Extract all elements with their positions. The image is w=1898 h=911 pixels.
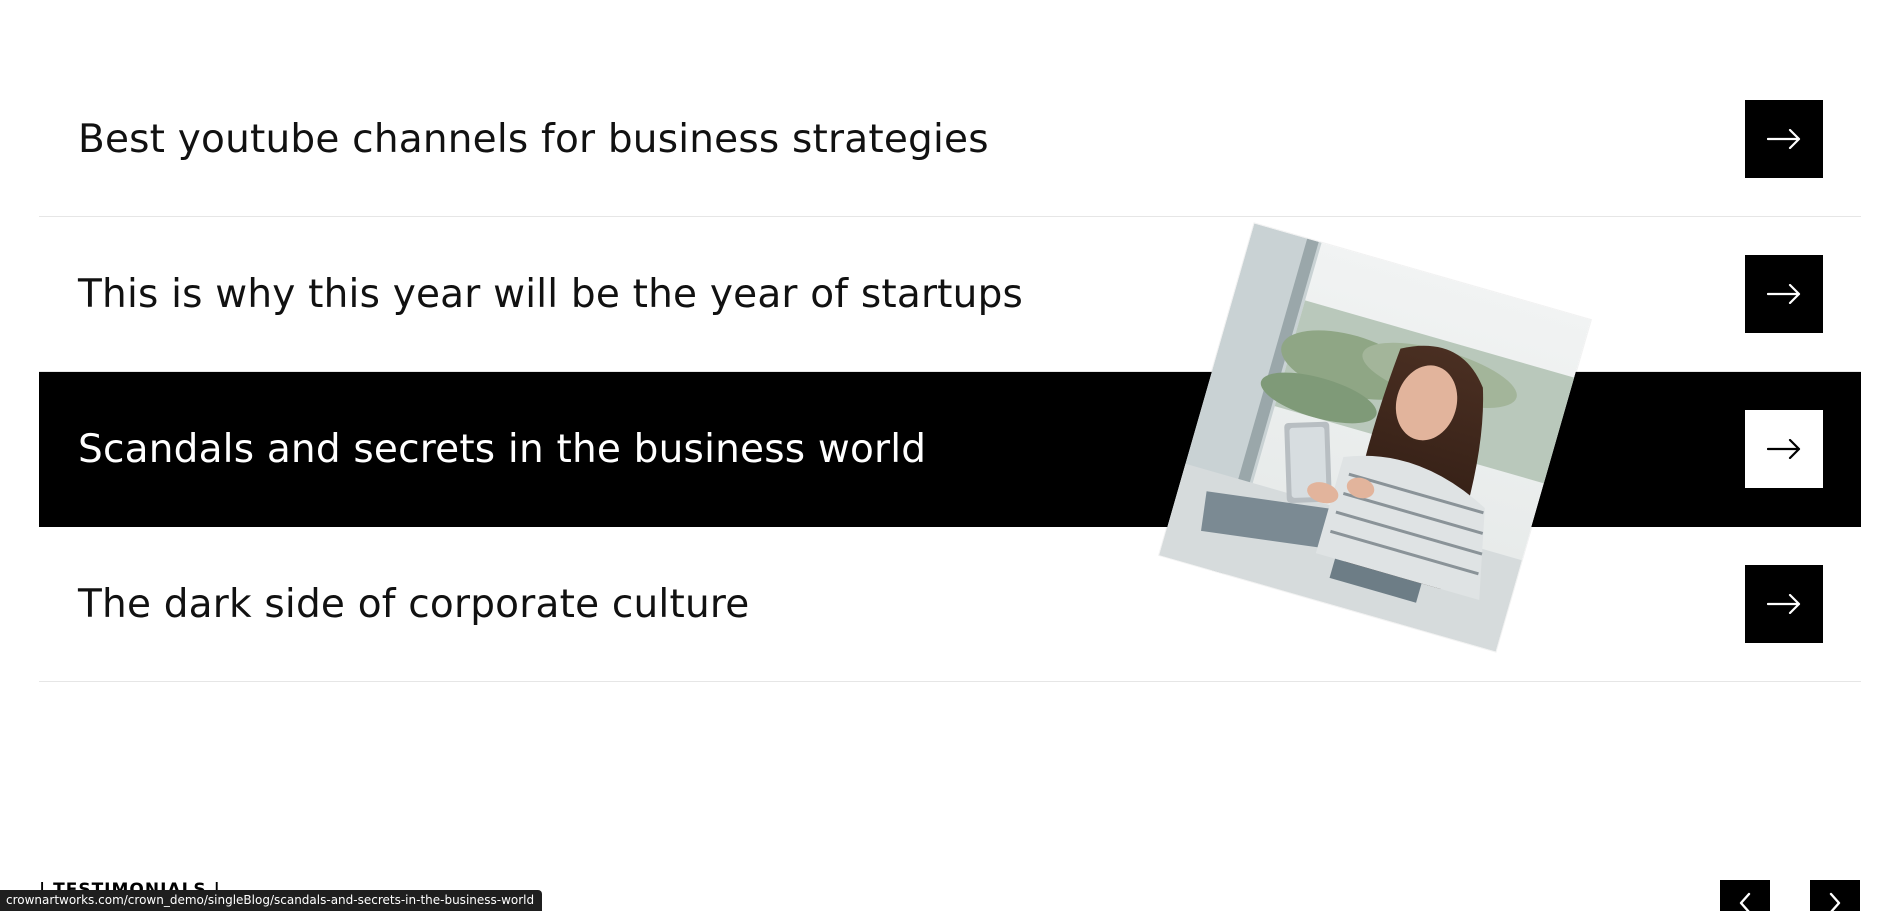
arrow-right-icon bbox=[1767, 129, 1801, 149]
browser-status-bar: crownartworks.com/crown_demo/singleBlog/… bbox=[0, 890, 543, 911]
blog-list: Best youtube channels for business strat… bbox=[39, 62, 1861, 682]
chevron-right-icon bbox=[1829, 892, 1841, 911]
blog-title: Scandals and secrets in the business wor… bbox=[78, 426, 927, 472]
arrow-right-icon bbox=[1767, 284, 1801, 304]
blog-list-item-active[interactable]: Scandals and secrets in the business wor… bbox=[39, 372, 1861, 527]
chevron-left-icon bbox=[1739, 892, 1751, 911]
read-more-button[interactable] bbox=[1745, 565, 1823, 643]
read-more-button[interactable] bbox=[1745, 100, 1823, 178]
blog-list-item[interactable]: Best youtube channels for business strat… bbox=[39, 62, 1861, 217]
arrow-right-icon bbox=[1767, 594, 1801, 614]
blog-title: The dark side of corporate culture bbox=[78, 581, 750, 627]
testimonials-prev-button[interactable] bbox=[1720, 880, 1770, 911]
blog-list-item[interactable]: The dark side of corporate culture bbox=[39, 527, 1861, 682]
read-more-button[interactable] bbox=[1745, 255, 1823, 333]
blog-list-item[interactable]: This is why this year will be the year o… bbox=[39, 217, 1861, 372]
page: Best youtube channels for business strat… bbox=[0, 0, 1898, 911]
read-more-button[interactable] bbox=[1745, 410, 1823, 488]
blog-title: Best youtube channels for business strat… bbox=[78, 116, 989, 162]
blog-title: This is why this year will be the year o… bbox=[78, 271, 1024, 317]
testimonials-next-button[interactable] bbox=[1810, 880, 1860, 911]
arrow-right-icon bbox=[1767, 439, 1801, 459]
